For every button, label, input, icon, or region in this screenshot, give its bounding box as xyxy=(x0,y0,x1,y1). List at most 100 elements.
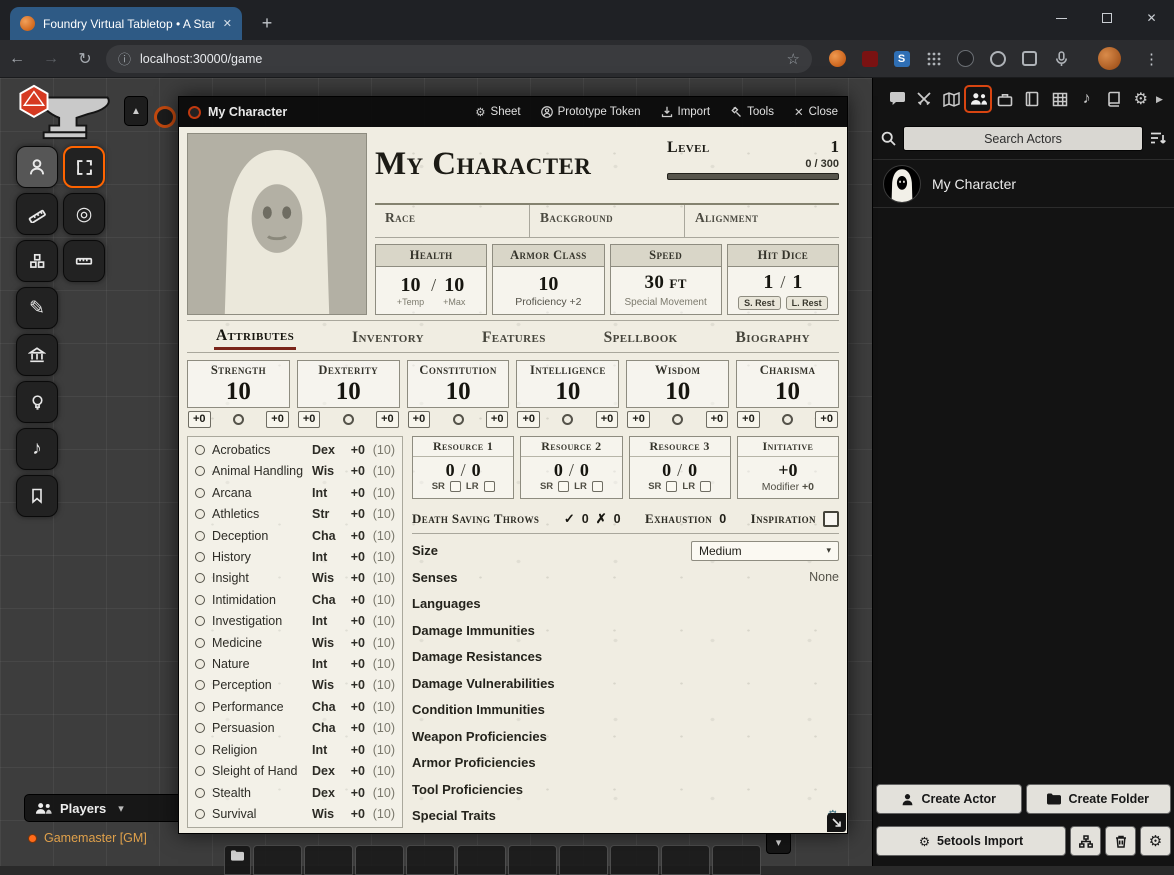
hotbar-page-down-button[interactable]: ▾ xyxy=(766,831,791,854)
expand-sidebar-icon[interactable]: ▶ xyxy=(1156,94,1168,105)
skill-row[interactable]: Survival Wis +0 (10) xyxy=(188,804,402,824)
lr-checkbox[interactable] xyxy=(484,481,495,492)
skill-row[interactable]: Persuasion Cha +0 (10) xyxy=(188,718,402,738)
skill-proficiency-radio[interactable] xyxy=(195,445,205,455)
playlists-tab-icon[interactable]: ♪ xyxy=(1075,87,1099,111)
tab-inventory[interactable]: Inventory xyxy=(350,325,426,349)
ability-proficiency-radio[interactable] xyxy=(782,414,793,425)
ability-score[interactable]: 10 xyxy=(188,378,289,407)
speed-value[interactable]: 30 ft xyxy=(644,273,686,293)
ruler-tool[interactable] xyxy=(63,240,105,282)
ability-mod[interactable]: +0 xyxy=(188,411,211,428)
macro-slot[interactable] xyxy=(406,845,455,875)
settings-tab-icon[interactable]: ⚙ xyxy=(1129,87,1153,111)
initiative-label[interactable]: Initiative xyxy=(738,437,838,457)
ability-label[interactable]: Constitution xyxy=(408,363,509,378)
prototype-token-button[interactable]: Prototype Token xyxy=(541,106,641,118)
tab-spellbook[interactable]: Spellbook xyxy=(602,325,680,349)
resource-value[interactable]: 0 xyxy=(446,460,455,480)
ability-mod[interactable]: +0 xyxy=(298,411,321,428)
character-portrait[interactable] xyxy=(187,133,367,315)
ability-proficiency-radio[interactable] xyxy=(672,414,683,425)
drawing-tool[interactable]: ✎ xyxy=(16,287,58,329)
actors-tab-icon[interactable] xyxy=(966,87,990,111)
skill-proficiency-radio[interactable] xyxy=(195,509,205,519)
skill-row[interactable]: Athletics Str +0 (10) xyxy=(188,504,402,524)
macro-slot[interactable] xyxy=(712,845,761,875)
delete-button[interactable] xyxy=(1105,826,1136,856)
measure-distance-tool[interactable] xyxy=(16,193,58,235)
skill-row[interactable]: Nature Int +0 (10) xyxy=(188,654,402,674)
ability-label[interactable]: Dexterity xyxy=(298,363,399,378)
ac-value[interactable]: 10 xyxy=(538,274,558,294)
site-info-icon[interactable]: ⓘ xyxy=(118,49,131,68)
resource-max[interactable]: 0 xyxy=(688,460,697,480)
close-sheet-button[interactable]: ✕ Close xyxy=(794,105,838,119)
hit-dice-max[interactable]: 1 xyxy=(792,272,802,292)
tab-biography[interactable]: Biography xyxy=(734,325,812,349)
background-field[interactable]: Background xyxy=(529,205,684,237)
browser-menu-icon[interactable]: ⋮ xyxy=(1144,50,1159,68)
sheet-config-button[interactable]: ⚙ Sheet xyxy=(475,105,520,119)
microphone-extension-icon[interactable] xyxy=(1052,49,1071,68)
macro-slot[interactable] xyxy=(610,845,659,875)
minimize-button[interactable] xyxy=(1039,0,1084,36)
skill-proficiency-radio[interactable] xyxy=(195,788,205,798)
measure-template-tool[interactable]: ◎ xyxy=(63,193,105,235)
skill-row[interactable]: Intimidation Cha +0 (10) xyxy=(188,590,402,610)
macro-slot[interactable] xyxy=(508,845,557,875)
inspiration-checkbox[interactable] xyxy=(823,511,839,527)
skill-row[interactable]: Deception Cha +0 (10) xyxy=(188,526,402,546)
ability-proficiency-radio[interactable] xyxy=(562,414,573,425)
tab-features[interactable]: Features xyxy=(480,325,548,349)
ability-save[interactable]: +0 xyxy=(266,411,289,428)
tab-close-icon[interactable]: ✕ xyxy=(223,17,232,30)
player-entry-gm[interactable]: Gamemaster [GM] xyxy=(28,831,147,845)
resource-value[interactable]: 0 xyxy=(662,460,671,480)
items-tab-icon[interactable] xyxy=(993,87,1017,111)
sr-checkbox[interactable] xyxy=(450,481,461,492)
ability-mod[interactable]: +0 xyxy=(627,411,650,428)
level-value[interactable]: 1 xyxy=(831,137,840,157)
skill-proficiency-radio[interactable] xyxy=(195,638,205,648)
resource-max[interactable]: 0 xyxy=(580,460,589,480)
sr-checkbox[interactable] xyxy=(558,481,569,492)
alignment-field[interactable]: Alignment xyxy=(684,205,839,237)
sort-filter-icon[interactable] xyxy=(1150,131,1166,146)
select-targets-tool[interactable] xyxy=(63,146,105,188)
ability-score[interactable]: 10 xyxy=(408,378,509,407)
macro-slot[interactable] xyxy=(304,845,353,875)
stylus-extension-icon[interactable]: S xyxy=(892,49,911,68)
bookmark-star-icon[interactable]: ☆ xyxy=(787,50,800,68)
combat-tab-icon[interactable] xyxy=(912,87,936,111)
settings-button[interactable]: ⚙ xyxy=(1140,826,1171,856)
back-button[interactable]: ← xyxy=(0,50,34,68)
foundry-logo[interactable] xyxy=(4,82,122,142)
folder-tree-button[interactable] xyxy=(1070,826,1101,856)
skill-proficiency-radio[interactable] xyxy=(195,616,205,626)
ability-label[interactable]: Intelligence xyxy=(517,363,618,378)
skill-proficiency-radio[interactable] xyxy=(195,488,205,498)
skill-row[interactable]: Medicine Wis +0 (10) xyxy=(188,633,402,653)
search-actors-input[interactable] xyxy=(903,126,1143,151)
extension-box-icon[interactable] xyxy=(1020,49,1039,68)
long-rest-button[interactable]: L. Rest xyxy=(786,296,828,310)
initiative-value[interactable]: +0 xyxy=(778,460,797,480)
character-name[interactable]: My Character xyxy=(375,133,667,195)
ability-score[interactable]: 10 xyxy=(298,378,399,407)
hit-dice-current[interactable]: 1 xyxy=(763,272,773,292)
ability-proficiency-radio[interactable] xyxy=(453,414,464,425)
macro-slot[interactable] xyxy=(253,845,302,875)
reload-button[interactable]: ↻ xyxy=(68,49,102,69)
journal-tab-icon[interactable] xyxy=(1020,87,1044,111)
death-save-failure-icon[interactable]: ✗ xyxy=(596,511,607,527)
browser-tab[interactable]: Foundry Virtual Tabletop • A Stan ✕ xyxy=(10,7,242,40)
tables-tab-icon[interactable] xyxy=(1048,87,1072,111)
skill-row[interactable]: Investigation Int +0 (10) xyxy=(188,611,402,631)
skill-row[interactable]: Sleight of Hand Dex +0 (10) xyxy=(188,761,402,781)
skill-proficiency-radio[interactable] xyxy=(195,766,205,776)
lr-checkbox[interactable] xyxy=(700,481,711,492)
actor-list-item[interactable]: My Character xyxy=(873,159,1174,208)
race-field[interactable]: Race xyxy=(375,205,529,237)
foundry-extension-icon[interactable] xyxy=(828,49,847,68)
